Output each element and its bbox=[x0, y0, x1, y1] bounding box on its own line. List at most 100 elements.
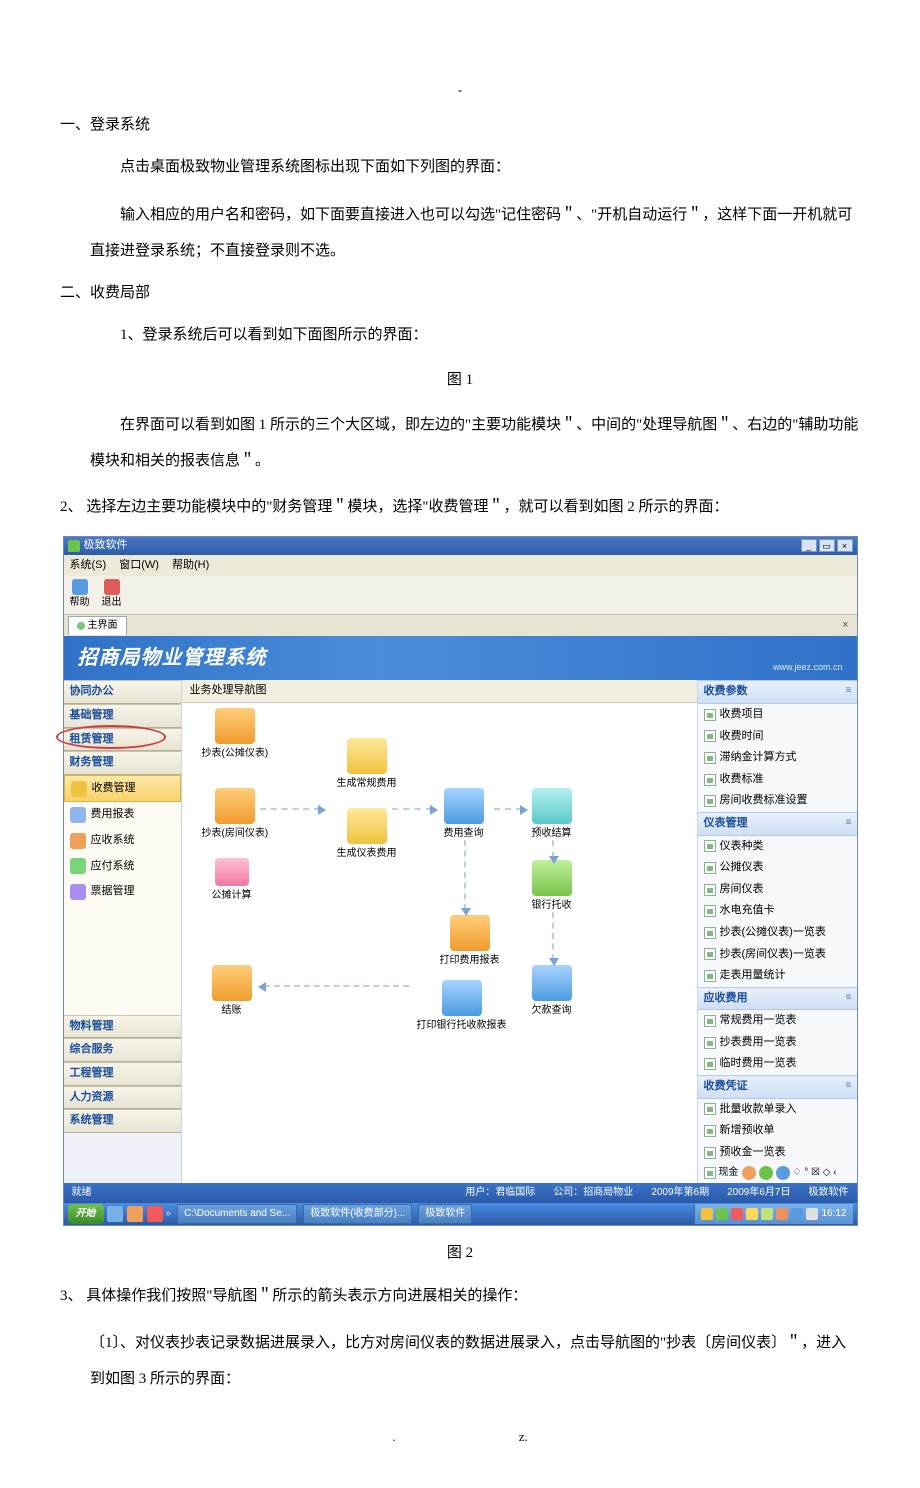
tab-main[interactable]: 主界面 bbox=[68, 616, 127, 635]
right-item[interactable]: 房间仪表 bbox=[698, 879, 857, 901]
tray-icon[interactable] bbox=[746, 1208, 758, 1220]
right-item[interactable]: 仪表种类 bbox=[698, 836, 857, 858]
quicklaunch-icon[interactable] bbox=[147, 1206, 163, 1222]
minimize-button[interactable]: _ bbox=[801, 539, 817, 552]
node-apportion[interactable]: 公摊计算 bbox=[212, 858, 252, 904]
right-item[interactable]: 收费时间 bbox=[698, 726, 857, 748]
tray-icon[interactable] bbox=[806, 1208, 818, 1220]
right-extra-cash[interactable]: 现金 ♢ ° ☒ ◇ ‹ bbox=[698, 1163, 857, 1183]
right-item[interactable]: 走表用量统计 bbox=[698, 965, 857, 987]
side-group-system[interactable]: 系统管理 bbox=[64, 1109, 181, 1133]
side-group-oa[interactable]: 协同办公 bbox=[64, 680, 181, 704]
tab-close-icon[interactable]: × bbox=[842, 617, 848, 635]
menu-system[interactable]: 系统(S) bbox=[70, 559, 107, 571]
para-4: 在界面可以看到如图 1 所示的三个大区域，即左边的"主要功能模块＂、中间的"处理… bbox=[90, 407, 860, 479]
arrow-icon bbox=[494, 808, 522, 810]
sect-receivable[interactable]: 应收费用 bbox=[698, 987, 857, 1011]
right-item[interactable]: 抄表(房间仪表)一览表 bbox=[698, 944, 857, 966]
right-item-label: 仪表种类 bbox=[720, 838, 764, 856]
node-label: 银行托收 bbox=[532, 900, 572, 911]
maximize-button[interactable]: ▭ bbox=[819, 539, 835, 552]
para-7: 〔1〕、对仪表抄表记录数据进展录入，比方对房间仪表的数据进展录入，点击导航图的"… bbox=[90, 1325, 860, 1397]
meter-room-icon bbox=[215, 788, 255, 824]
right-item[interactable]: 公摊仪表 bbox=[698, 857, 857, 879]
sidebar-item-label: 票据管理 bbox=[91, 883, 135, 901]
footer-marks: . z. bbox=[60, 1427, 860, 1448]
side-group-finance[interactable]: 财务管理 bbox=[64, 751, 181, 775]
toolbar-help[interactable]: 帮助 bbox=[70, 579, 90, 611]
side-group-service[interactable]: 综合服务 bbox=[64, 1038, 181, 1062]
glyph-icon bbox=[759, 1166, 773, 1180]
quicklaunch-icon[interactable] bbox=[127, 1206, 143, 1222]
taskbar-item[interactable]: 极致软件(收费部分)... bbox=[303, 1204, 412, 1224]
side-group-material[interactable]: 物料管理 bbox=[64, 1015, 181, 1039]
side-group-project[interactable]: 工程管理 bbox=[64, 1062, 181, 1086]
menu-window[interactable]: 窗口(W) bbox=[119, 559, 159, 571]
sidebar-item-pay[interactable]: 收费管理 bbox=[64, 775, 181, 803]
right-item[interactable]: 批量收款单录入 bbox=[698, 1099, 857, 1121]
doc-icon bbox=[704, 1125, 716, 1137]
system-tray[interactable]: 16:12 bbox=[694, 1204, 852, 1224]
tray-icon[interactable] bbox=[701, 1208, 713, 1220]
node-meter-room[interactable]: 抄表(房间仪表) bbox=[202, 788, 269, 842]
right-item-label: 滞纳金计算方式 bbox=[720, 749, 797, 767]
right-item[interactable]: 新增预收单 bbox=[698, 1120, 857, 1142]
right-item[interactable]: 房间收费标准设置 bbox=[698, 790, 857, 812]
side-group-hr[interactable]: 人力资源 bbox=[64, 1086, 181, 1110]
right-item[interactable]: 临时费用一览表 bbox=[698, 1053, 857, 1075]
quicklaunch-icon[interactable] bbox=[107, 1206, 123, 1222]
sidebar-item-bill[interactable]: 票据管理 bbox=[64, 879, 181, 905]
sect-charge-params[interactable]: 收费参数 bbox=[698, 680, 857, 704]
node-fee-query[interactable]: 费用查询 bbox=[444, 788, 484, 842]
tray-icon[interactable] bbox=[731, 1208, 743, 1220]
banner: 招商局物业管理系统 www.jeez.com.cn bbox=[64, 636, 857, 680]
sidebar-item-apply[interactable]: 应付系统 bbox=[64, 854, 181, 880]
side-group-lease[interactable]: 租赁管理 bbox=[64, 728, 181, 752]
toolbar-exit[interactable]: 退出 bbox=[102, 579, 122, 611]
node-print-bank[interactable]: 打印银行托收款报表 bbox=[417, 980, 507, 1034]
node-bank-collect[interactable]: 银行托收 bbox=[532, 860, 572, 914]
sect-meter-mgmt[interactable]: 仪表管理 bbox=[698, 812, 857, 836]
taskbar-item[interactable]: 极致软件 bbox=[418, 1204, 472, 1224]
right-item[interactable]: 抄表(公摊仪表)一览表 bbox=[698, 922, 857, 944]
menu-help[interactable]: 帮助(H) bbox=[172, 559, 209, 571]
tray-icon[interactable] bbox=[776, 1208, 788, 1220]
right-item[interactable]: 水电充值卡 bbox=[698, 900, 857, 922]
tray-icon[interactable] bbox=[761, 1208, 773, 1220]
heading-charge: 二、收费局部 bbox=[60, 281, 860, 305]
close-button[interactable]: × bbox=[837, 539, 853, 552]
node-gen-meter[interactable]: 生成仪表费用 bbox=[337, 808, 397, 862]
right-item[interactable]: 滞纳金计算方式 bbox=[698, 747, 857, 769]
para-2: 输入相应的用户名和密码，如下面要直接进入也可以勾选"记住密码＂、"开机自动运行＂… bbox=[90, 197, 860, 269]
right-item[interactable]: 预收金一览表 bbox=[698, 1142, 857, 1164]
doc-icon bbox=[704, 1103, 716, 1115]
node-settle[interactable]: 结账 bbox=[212, 965, 252, 1019]
node-pre-settle[interactable]: 预收结算 bbox=[532, 788, 572, 842]
node-print-fee[interactable]: 打印费用报表 bbox=[440, 915, 500, 969]
node-label: 结账 bbox=[222, 1005, 242, 1016]
start-button[interactable]: 开始 bbox=[68, 1204, 104, 1224]
tray-icon[interactable] bbox=[716, 1208, 728, 1220]
node-debt-query[interactable]: 欠款查询 bbox=[532, 965, 572, 1019]
node-meter-public[interactable]: 抄表(公摊仪表) bbox=[202, 708, 269, 762]
right-item-label: 房间仪表 bbox=[720, 881, 764, 899]
right-item[interactable]: 收费标准 bbox=[698, 769, 857, 791]
right-item[interactable]: 常规费用一览表 bbox=[698, 1010, 857, 1032]
right-item-label: 常规费用一览表 bbox=[720, 1012, 797, 1030]
tray-icon[interactable] bbox=[791, 1208, 803, 1220]
titlebar[interactable]: 极致软件 _ ▭ × bbox=[64, 537, 857, 555]
heading-login: 一、登录系统 bbox=[60, 113, 860, 137]
app-title: 极致软件 bbox=[84, 537, 128, 555]
sidebar-item-recv[interactable]: 应收系统 bbox=[64, 828, 181, 854]
right-panel: 收费参数 收费项目 收费时间 滞纳金计算方式 收费标准 房间收费标准设置 仪表管… bbox=[697, 680, 857, 1183]
sect-voucher[interactable]: 收费凭证 bbox=[698, 1075, 857, 1099]
side-group-base[interactable]: 基础管理 bbox=[64, 704, 181, 728]
banner-title: 招商局物业管理系统 bbox=[78, 642, 267, 674]
sidebar-item-report[interactable]: 费用报表 bbox=[64, 802, 181, 828]
sidebar-item-label: 费用报表 bbox=[91, 806, 135, 824]
right-item[interactable]: 抄表费用一览表 bbox=[698, 1032, 857, 1054]
taskbar-item[interactable]: C:\Documents and Se... bbox=[177, 1204, 297, 1224]
receivable-icon bbox=[70, 833, 86, 849]
right-item[interactable]: 收费项目 bbox=[698, 704, 857, 726]
node-gen-regular[interactable]: 生成常规费用 bbox=[337, 738, 397, 792]
